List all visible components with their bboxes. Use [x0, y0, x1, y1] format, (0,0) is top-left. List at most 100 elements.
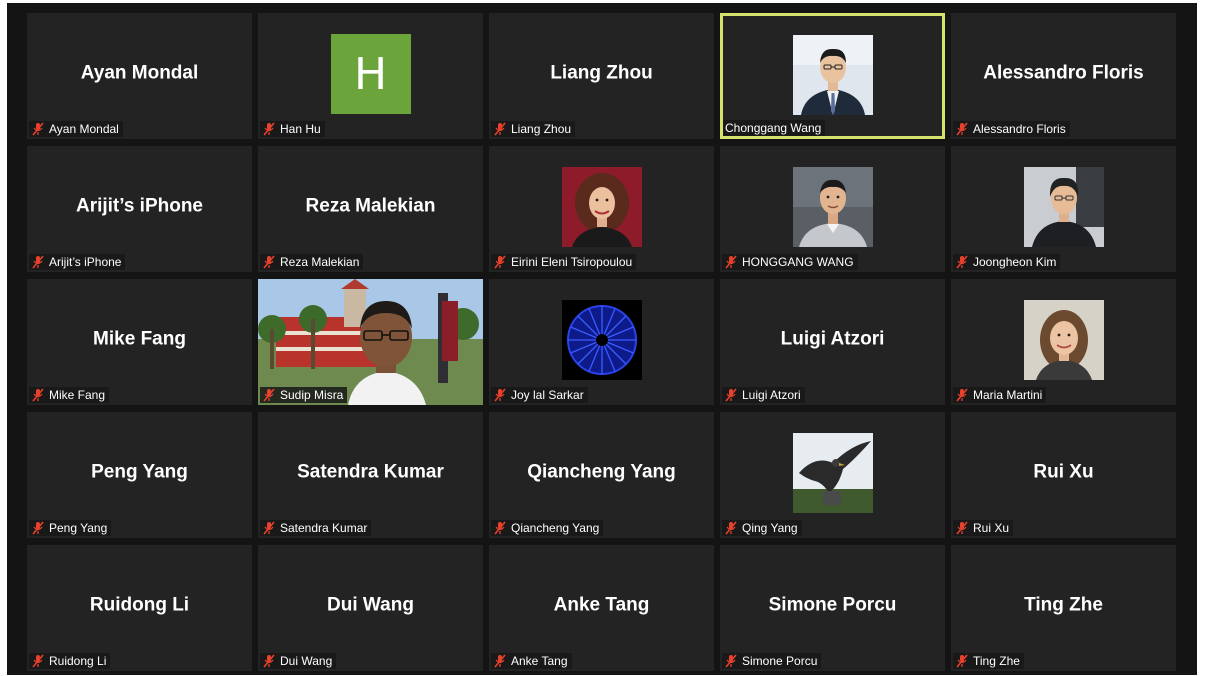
participant-tile-sudip-misra[interactable]: Sudip Misra [258, 279, 483, 405]
microphone-muted-icon [725, 388, 737, 402]
participant-name-display: Anke Tang [553, 594, 650, 616]
participant-name-display: Dui Wang [327, 594, 414, 616]
participant-tile-peng-yang[interactable]: Peng Yang Peng Yang [27, 412, 252, 538]
participant-tile-eirini-eleni-tsiropoulou[interactable]: Eirini Eleni Tsiropoulou [489, 146, 714, 272]
microphone-muted-icon [956, 654, 968, 668]
participant-label-text: Liang Zhou [511, 122, 572, 136]
participant-label-text: Arijit’s iPhone [49, 255, 122, 269]
participant-label: Peng Yang [29, 520, 112, 536]
participant-name-display: Ayan Mondal [80, 62, 199, 84]
participant-label-text: Qiancheng Yang [511, 521, 600, 535]
participant-tile-reza-malekian[interactable]: Reza Malekian Reza Malekian [258, 146, 483, 272]
participant-label: Arijit’s iPhone [29, 254, 126, 270]
participant-label: Chonggang Wang [723, 120, 826, 136]
microphone-muted-icon [263, 654, 275, 668]
participant-label-text: Chonggang Wang [725, 121, 822, 135]
avatar: H [330, 34, 411, 114]
participant-tile-mike-fang[interactable]: Mike Fang Mike Fang [27, 279, 252, 405]
participant-label: Eirini Eleni Tsiropoulou [491, 254, 637, 270]
participant-photo [1023, 300, 1104, 380]
participant-label: Mike Fang [29, 387, 110, 403]
participant-name-display: Liang Zhou [550, 62, 653, 84]
participant-photo [1023, 167, 1104, 247]
participant-name-display: Simone Porcu [768, 594, 897, 616]
microphone-muted-icon [725, 521, 737, 535]
microphone-muted-icon [263, 122, 275, 136]
participant-name-display: Luigi Atzori [780, 328, 885, 350]
participant-name-display: Arijit’s iPhone [75, 195, 204, 217]
microphone-muted-icon [725, 255, 737, 269]
microphone-muted-icon [494, 388, 506, 402]
participant-label-text: Eirini Eleni Tsiropoulou [511, 255, 633, 269]
microphone-muted-icon [32, 388, 44, 402]
participant-label-text: HONGGANG WANG [742, 255, 854, 269]
participant-label-text: Satendra Kumar [280, 521, 368, 535]
participant-photo [792, 167, 873, 247]
participant-label: Alessandro Floris [953, 121, 1070, 137]
participant-name-display: Ruidong Li [89, 594, 190, 616]
microphone-muted-icon [494, 521, 506, 535]
microphone-muted-icon [32, 521, 44, 535]
microphone-muted-icon [494, 654, 506, 668]
microphone-muted-icon [494, 255, 506, 269]
microphone-muted-icon [32, 654, 44, 668]
participant-label: Joongheon Kim [953, 254, 1061, 270]
participant-label-text: Joy lal Sarkar [511, 388, 584, 402]
participant-label: Satendra Kumar [260, 520, 372, 536]
participant-label: Liang Zhou [491, 121, 576, 137]
participant-tile-qiancheng-yang[interactable]: Qiancheng Yang Qiancheng Yang [489, 412, 714, 538]
participant-label: Reza Malekian [260, 254, 364, 270]
participant-tile-anke-tang[interactable]: Anke Tang Anke Tang [489, 545, 714, 671]
participant-tile-maria-martini[interactable]: Maria Martini [951, 279, 1176, 405]
participant-tile-joongheon-kim[interactable]: Joongheon Kim [951, 146, 1176, 272]
microphone-muted-icon [956, 122, 968, 136]
participant-tile-arijits-iphone[interactable]: Arijit’s iPhone Arijit’s iPhone [27, 146, 252, 272]
participant-label: Ting Zhe [953, 653, 1024, 669]
participant-label-text: Ting Zhe [973, 654, 1020, 668]
participant-label: Ayan Mondal [29, 121, 123, 137]
participant-label-text: Sudip Misra [280, 388, 344, 402]
participant-label-text: Simone Porcu [742, 654, 818, 668]
participant-label-text: Reza Malekian [280, 255, 360, 269]
avatar-letter: H [353, 48, 388, 100]
participant-avatar-image [792, 433, 873, 513]
participant-name-display: Reza Malekian [305, 195, 436, 217]
participant-name-display: Rui Xu [1033, 461, 1094, 483]
participant-name-display: Peng Yang [91, 461, 188, 483]
participant-tile-chonggang-wang[interactable]: Chonggang Wang [720, 13, 945, 139]
participant-label-text: Joongheon Kim [973, 255, 1057, 269]
participant-tile-alessandro-floris[interactable]: Alessandro Floris Alessandro Floris [951, 13, 1176, 139]
participant-tile-liang-zhou[interactable]: Liang Zhou Liang Zhou [489, 13, 714, 139]
participant-label-text: Anke Tang [511, 654, 568, 668]
participant-tile-honggang-wang[interactable]: HONGGANG WANG [720, 146, 945, 272]
participant-label-text: Ruidong Li [49, 654, 107, 668]
participant-label: Sudip Misra [260, 387, 348, 403]
participant-label-text: Maria Martini [973, 388, 1043, 402]
microphone-muted-icon [494, 122, 506, 136]
participant-tile-han-hu[interactable]: H Han Hu [258, 13, 483, 139]
participant-label-text: Peng Yang [49, 521, 108, 535]
participant-tile-rui-xu[interactable]: Rui Xu Rui Xu [951, 412, 1176, 538]
participant-label-text: Luigi Atzori [742, 388, 801, 402]
gallery-grid: Ayan Mondal Ayan Mondal H Han Hu Liang Z… [27, 13, 1176, 671]
participant-tile-satendra-kumar[interactable]: Satendra Kumar Satendra Kumar [258, 412, 483, 538]
participant-tile-ruidong-li[interactable]: Ruidong Li Ruidong Li [27, 545, 252, 671]
participant-tile-qing-yang[interactable]: Qing Yang [720, 412, 945, 538]
participant-label: Rui Xu [953, 520, 1014, 536]
participant-name-display: Ting Zhe [1024, 594, 1103, 616]
participant-label: Anke Tang [491, 653, 572, 669]
participant-avatar-image [561, 300, 642, 380]
microphone-muted-icon [32, 122, 44, 136]
participant-tile-joy-lal-sarkar[interactable]: Joy lal Sarkar [489, 279, 714, 405]
participant-tile-ayan-mondal[interactable]: Ayan Mondal Ayan Mondal [27, 13, 252, 139]
participant-tile-simone-porcu[interactable]: Simone Porcu Simone Porcu [720, 545, 945, 671]
participant-label: Simone Porcu [722, 653, 822, 669]
participant-tile-dui-wang[interactable]: Dui Wang Dui Wang [258, 545, 483, 671]
participant-name-display: Satendra Kumar [297, 461, 444, 483]
participant-label-text: Mike Fang [49, 388, 106, 402]
participant-tile-luigi-atzori[interactable]: Luigi Atzori Luigi Atzori [720, 279, 945, 405]
microphone-muted-icon [956, 255, 968, 269]
participant-tile-ting-zhe[interactable]: Ting Zhe Ting Zhe [951, 545, 1176, 671]
microphone-muted-icon [263, 255, 275, 269]
participant-label-text: Han Hu [280, 122, 321, 136]
